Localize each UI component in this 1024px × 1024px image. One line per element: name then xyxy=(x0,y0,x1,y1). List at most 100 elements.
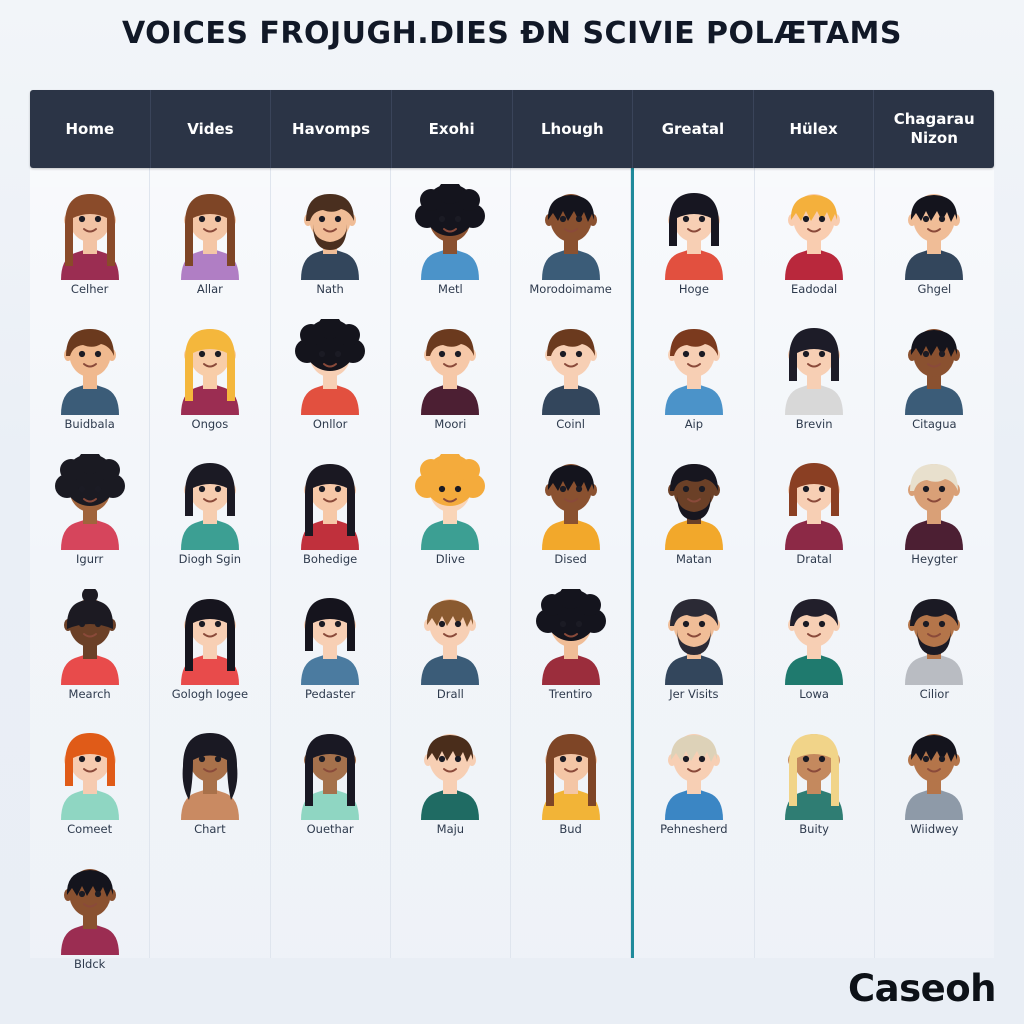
nav-item-chagarau-nizon[interactable]: Chagarau Nizon xyxy=(874,90,994,168)
avatar-cell[interactable]: Morodoimame xyxy=(511,168,630,303)
avatar-label: Pehnesherd xyxy=(660,822,728,836)
avatar-icon xyxy=(897,319,971,415)
nav-item-havomps[interactable]: Havomps xyxy=(271,90,392,168)
avatar-label: Ghgel xyxy=(917,282,952,296)
avatar-icon xyxy=(777,589,851,685)
avatar-label: Morodoimame xyxy=(529,282,612,296)
brand-logo: Caseoh xyxy=(848,967,997,1010)
avatar-icon xyxy=(413,589,487,685)
avatar-icon xyxy=(897,589,971,685)
avatar-icon xyxy=(293,589,367,685)
avatar-cell[interactable]: Hoge xyxy=(634,168,753,303)
avatar-label: Bldck xyxy=(73,957,106,971)
avatar-label: Trentiro xyxy=(548,687,593,701)
avatar-label: Ongos xyxy=(191,417,229,431)
avatar-cell[interactable]: Cilior xyxy=(875,573,994,708)
avatar-icon xyxy=(173,589,247,685)
avatar-icon xyxy=(534,184,608,280)
avatar-icon xyxy=(777,184,851,280)
nav-item-vides[interactable]: Vides xyxy=(151,90,272,168)
avatar-label: Buity xyxy=(799,822,829,836)
avatar-cell[interactable]: Igurr xyxy=(30,438,149,573)
avatar-label: Coinl xyxy=(556,417,585,431)
grid-column-exohi: Metl Moori Dlive Drall Maju xyxy=(390,168,511,958)
avatar-icon xyxy=(173,454,247,550)
avatar-cell[interactable]: Drall xyxy=(391,573,510,708)
avatar-cell[interactable]: Dratal xyxy=(755,438,874,573)
avatar-cell[interactable]: Gologh Iogee xyxy=(150,573,269,708)
avatar-cell[interactable]: Onllor xyxy=(271,303,390,438)
avatar-cell[interactable]: Bud xyxy=(511,708,630,843)
nav-item-exohi[interactable]: Exohi xyxy=(392,90,513,168)
avatar-label: Hoge xyxy=(678,282,709,296)
avatar-cell[interactable]: Dlive xyxy=(391,438,510,573)
avatar-label: Igurr xyxy=(76,552,104,566)
avatar-cell[interactable]: Aip xyxy=(634,303,753,438)
avatar-cell[interactable]: Celher xyxy=(30,168,149,303)
avatar-cell[interactable]: Dised xyxy=(511,438,630,573)
avatar-label: Drall xyxy=(436,687,464,701)
avatar-cell[interactable]: Moori xyxy=(391,303,510,438)
avatar-cell[interactable]: Chart xyxy=(150,708,269,843)
avatar-icon xyxy=(534,319,608,415)
avatar-label: Eadodal xyxy=(791,282,838,296)
avatar-label: Comeet xyxy=(67,822,113,836)
avatar-cell[interactable]: Heygter xyxy=(875,438,994,573)
avatar-cell[interactable]: Matan xyxy=(634,438,753,573)
avatar-cell[interactable]: Wiidwey xyxy=(875,708,994,843)
avatar-cell[interactable]: Mearch xyxy=(30,573,149,708)
avatar-cell[interactable]: Allar xyxy=(150,168,269,303)
avatar-cell[interactable]: Maju xyxy=(391,708,510,843)
avatar-icon xyxy=(173,724,247,820)
avatar-icon xyxy=(534,454,608,550)
avatar-label: Ouethar xyxy=(306,822,354,836)
avatar-icon xyxy=(657,319,731,415)
avatar-icon xyxy=(657,589,731,685)
avatar-cell[interactable]: Comeet xyxy=(30,708,149,843)
avatar-label: Dratal xyxy=(796,552,832,566)
nav-item-greatal[interactable]: Greatal xyxy=(633,90,754,168)
avatar-label: Maju xyxy=(436,822,465,836)
avatar-label: Matan xyxy=(675,552,712,566)
avatar-cell[interactable]: Pedaster xyxy=(271,573,390,708)
grid-column-h-lex: Eadodal Brevin Dratal Lowa Buity xyxy=(754,168,875,958)
avatar-cell[interactable]: Jer Visits xyxy=(634,573,753,708)
avatar-cell[interactable]: Pehnesherd xyxy=(634,708,753,843)
avatar-cell[interactable]: Buity xyxy=(755,708,874,843)
avatar-icon xyxy=(293,454,367,550)
avatar-icon xyxy=(777,454,851,550)
avatar-cell[interactable]: Bohedige xyxy=(271,438,390,573)
avatar-cell[interactable]: Buidbala xyxy=(30,303,149,438)
nav-item-home[interactable]: Home xyxy=(30,90,151,168)
avatar-cell[interactable]: Lowa xyxy=(755,573,874,708)
avatar-icon xyxy=(897,724,971,820)
avatar-cell[interactable]: Nath xyxy=(271,168,390,303)
avatar-cell[interactable]: Ghgel xyxy=(875,168,994,303)
avatar-label: Jer Visits xyxy=(669,687,719,701)
avatar-icon xyxy=(293,724,367,820)
avatar-cell[interactable]: Ongos xyxy=(150,303,269,438)
avatar-label: Metl xyxy=(438,282,463,296)
avatar-icon xyxy=(53,859,127,955)
nav-item-h-lex[interactable]: Hülex xyxy=(754,90,875,168)
avatar-cell[interactable]: Metl xyxy=(391,168,510,303)
avatar-cell[interactable]: Citagua xyxy=(875,303,994,438)
avatar-cell[interactable]: Eadodal xyxy=(755,168,874,303)
avatar-cell[interactable]: Coinl xyxy=(511,303,630,438)
grid-column-vides: Allar Ongos Diogh Sgin Gologh Iogee Char… xyxy=(150,168,271,958)
avatar-label: Dlive xyxy=(435,552,465,566)
avatar-label: Cilior xyxy=(919,687,950,701)
avatar-icon xyxy=(534,724,608,820)
avatar-icon xyxy=(53,450,127,550)
avatar-cell[interactable]: Ouethar xyxy=(271,708,390,843)
nav-item-lhough[interactable]: Lhough xyxy=(513,90,634,168)
avatar-cell[interactable]: Bldck xyxy=(30,843,149,978)
avatar-icon xyxy=(534,585,608,685)
avatar-cell[interactable]: Diogh Sgin xyxy=(150,438,269,573)
avatar-icon xyxy=(657,724,731,820)
avatar-cell[interactable]: Trentiro xyxy=(511,573,630,708)
avatar-label: Onllor xyxy=(312,417,348,431)
avatar-cell[interactable]: Brevin xyxy=(755,303,874,438)
avatar-label: Nath xyxy=(316,282,344,296)
avatar-icon xyxy=(777,724,851,820)
